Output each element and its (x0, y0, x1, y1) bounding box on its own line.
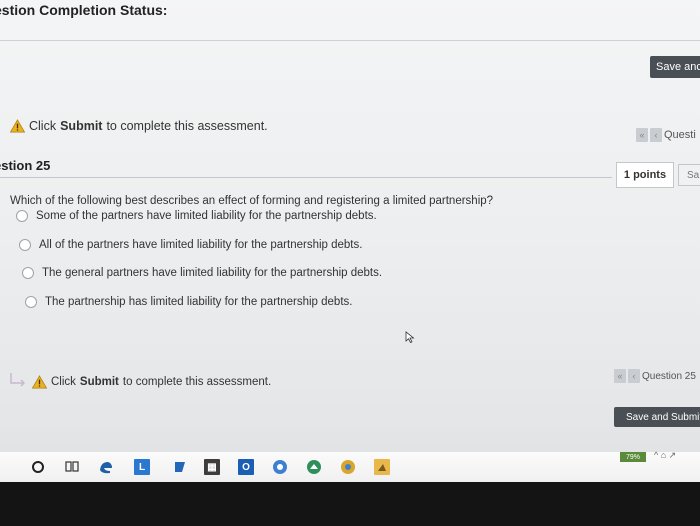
answer-option-b[interactable]: All of the partners have limited liabili… (19, 239, 362, 251)
submit-notice-bottom: Click Submit to complete this assessment… (32, 375, 271, 389)
warning-icon (10, 119, 25, 133)
question-nav-bottom: « ‹ Question 25 (614, 369, 696, 383)
option-label: All of the partners have limited liabili… (39, 239, 363, 251)
cortana-icon[interactable] (30, 459, 46, 475)
edge-icon[interactable] (98, 459, 114, 475)
page-title: estion Completion Status: (0, 2, 168, 18)
notice-prefix: Click (51, 376, 76, 388)
option-label: The partnership has limited liability fo… (45, 296, 353, 308)
radio-button[interactable] (22, 267, 34, 279)
save-and-submit-button[interactable]: Save and Submit (614, 407, 700, 427)
option-label: The general partners have limited liabil… (42, 267, 383, 279)
answer-option-c[interactable]: The general partners have limited liabil… (22, 267, 382, 279)
header-divider (0, 40, 700, 41)
calculator-icon[interactable]: ▦ (204, 459, 220, 475)
return-arrow-icon (10, 373, 26, 387)
folder-icon[interactable] (374, 459, 390, 475)
notice-submit-word: Submit (79, 376, 119, 388)
radio-button[interactable] (25, 296, 37, 308)
save-answers-button[interactable]: Save anc (650, 56, 700, 78)
outlook-icon[interactable]: O (238, 459, 254, 475)
warning-icon (32, 375, 47, 389)
answer-option-a[interactable]: Some of the partners have limited liabil… (16, 210, 377, 222)
system-tray-icons[interactable]: ^ ⌂ ↗ (654, 450, 676, 461)
question-divider (0, 177, 612, 178)
notice-submit-word: Submit (60, 119, 103, 133)
radio-button[interactable] (16, 210, 28, 222)
question-nav-label: Question 25 (642, 370, 696, 382)
store-icon[interactable]: L (134, 459, 150, 475)
notice-suffix: to complete this assessment. (106, 119, 268, 133)
first-question-button[interactable]: « (614, 369, 626, 383)
battery-indicator[interactable]: 79% (620, 452, 646, 462)
previous-question-button[interactable]: ‹ (628, 369, 640, 383)
maps-icon[interactable] (306, 459, 322, 475)
notice-prefix: Click (29, 119, 57, 133)
question-text: Which of the following best describes an… (10, 195, 494, 207)
task-view-icon[interactable] (64, 459, 80, 475)
monitor-bezel (0, 482, 700, 526)
points-badge: 1 points (616, 162, 674, 188)
radio-button[interactable] (19, 239, 31, 251)
save-answer-button[interactable]: Sa (678, 164, 700, 186)
first-question-button[interactable]: « (636, 128, 648, 142)
mouse-cursor-icon (405, 331, 415, 343)
question-heading: estion 25 (0, 158, 51, 173)
question-nav-label: Questi (664, 129, 696, 141)
question-nav-top: « ‹ Questi (636, 128, 696, 142)
submit-notice-top: Click Submit to complete this assessment… (10, 119, 268, 133)
answer-option-d[interactable]: The partnership has limited liability fo… (25, 296, 352, 308)
option-label: Some of the partners have limited liabil… (36, 210, 377, 222)
chrome-icon[interactable] (272, 459, 288, 475)
chrome-alt-icon[interactable] (340, 459, 356, 475)
notice-suffix: to complete this assessment. (122, 376, 272, 388)
previous-question-button[interactable]: ‹ (650, 128, 662, 142)
gallery-icon[interactable] (172, 459, 188, 475)
